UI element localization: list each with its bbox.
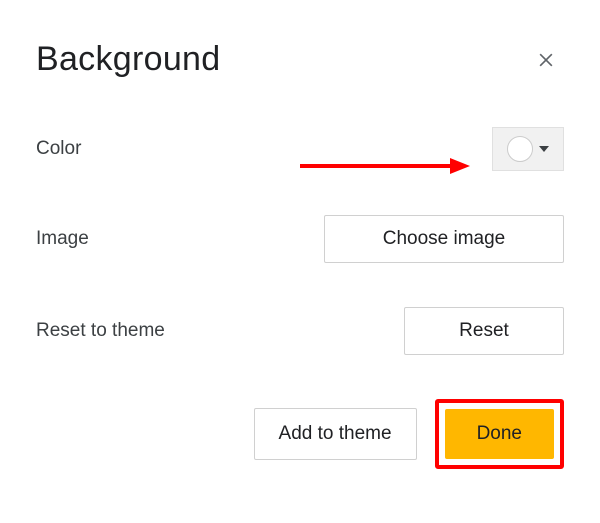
reset-label: Reset to theme	[36, 320, 165, 342]
image-label: Image	[36, 228, 89, 250]
background-dialog: Background Color Image Choose image Rese…	[0, 0, 600, 499]
image-row: Image Choose image	[36, 215, 564, 263]
add-to-theme-button[interactable]: Add to theme	[254, 408, 417, 460]
dialog-title: Background	[36, 40, 220, 79]
done-highlight: Done	[435, 399, 564, 469]
dialog-header: Background	[36, 40, 564, 79]
reset-row: Reset to theme Reset	[36, 307, 564, 355]
dialog-footer: Add to theme Done	[36, 399, 564, 469]
close-icon	[536, 50, 556, 70]
color-row: Color	[36, 127, 564, 171]
color-swatch	[507, 136, 533, 162]
choose-image-button[interactable]: Choose image	[324, 215, 564, 263]
color-picker-button[interactable]	[492, 127, 564, 171]
chevron-down-icon	[539, 146, 549, 152]
reset-button[interactable]: Reset	[404, 307, 564, 355]
color-label: Color	[36, 138, 81, 160]
done-button[interactable]: Done	[445, 409, 554, 459]
close-button[interactable]	[528, 42, 564, 78]
